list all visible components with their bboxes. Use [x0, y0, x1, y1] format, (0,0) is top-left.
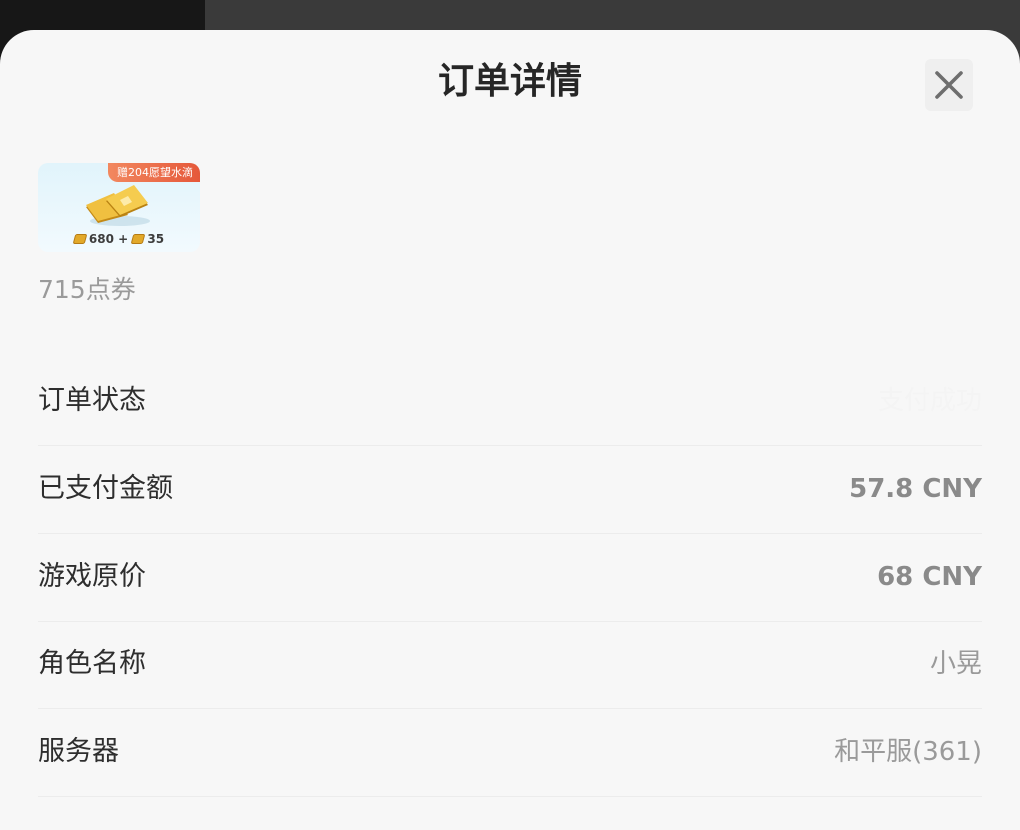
- coupon-chip-icon: [131, 234, 146, 244]
- server-label: 服务器: [38, 736, 119, 767]
- gold-coupon-stack-icon: [86, 185, 150, 226]
- product-image: 赠204愿望水滴 680 + 35: [38, 163, 200, 252]
- plus-sign: +: [118, 232, 129, 246]
- server-row: 服务器 和平服(361): [38, 708, 982, 797]
- role-name-label: 角色名称: [38, 648, 146, 679]
- order-status-row: 订单状态 支付成功: [38, 357, 982, 446]
- dialog-title: 订单详情: [437, 61, 582, 102]
- close-button[interactable]: [925, 59, 973, 111]
- order-status-label: 订单状态: [38, 385, 146, 416]
- server-value: 和平服(361): [834, 737, 982, 767]
- original-price-row: 游戏原价 68 CNY: [38, 533, 982, 622]
- promo-tag: 赠204愿望水滴: [108, 163, 200, 182]
- paid-amount-row: 已支付金额 57.8 CNY: [38, 445, 982, 534]
- close-icon: [935, 71, 963, 99]
- original-price-label: 游戏原价: [38, 561, 146, 592]
- original-price-value: 68 CNY: [877, 562, 982, 592]
- bonus-count: 35: [147, 232, 165, 246]
- paid-amount-value: 57.8 CNY: [849, 474, 982, 504]
- coupon-counts: 680 + 35: [38, 232, 200, 246]
- role-name-value: 小晃: [929, 649, 982, 679]
- coupon-chip-icon: [72, 234, 88, 244]
- paid-amount-label: 已支付金额: [38, 473, 173, 504]
- order-status-value: 支付成功: [877, 386, 982, 416]
- base-count: 680: [88, 232, 114, 246]
- role-name-row: 角色名称 小晃: [38, 620, 982, 709]
- product-name: 715点券: [38, 275, 136, 304]
- order-detail-sheet: 订单详情 赠204愿望水滴 680 + 35 715点券 订单状态 支付成功 已…: [0, 30, 1020, 830]
